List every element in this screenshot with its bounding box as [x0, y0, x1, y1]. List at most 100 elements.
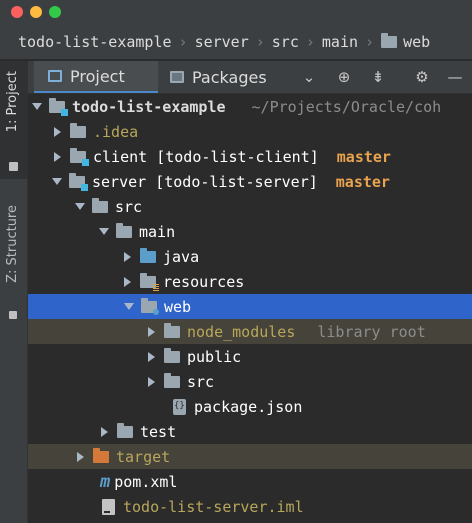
module-folder-icon: [49, 97, 68, 116]
breadcrumb-item-main[interactable]: main: [322, 33, 358, 51]
expand-arrow-icon[interactable]: [32, 103, 42, 110]
collapsed-arrow-icon[interactable]: [77, 451, 84, 462]
tree-item-idea[interactable]: .idea: [28, 119, 472, 144]
project-tool-label: 1: Project: [5, 71, 20, 133]
collapsed-arrow-icon[interactable]: [124, 276, 131, 287]
project-tree: todo-list-example ~/Projects/Oracle/coh …: [28, 94, 472, 523]
excluded-folder-icon: [93, 447, 109, 463]
chevron-right-icon: ›: [305, 32, 315, 51]
tree-item-server-iml[interactable]: todo-list-server.iml: [28, 494, 472, 519]
tab-packages[interactable]: Packages: [166, 61, 267, 93]
collapsed-arrow-icon[interactable]: [101, 426, 108, 437]
expand-arrow-icon[interactable]: [99, 228, 109, 235]
expand-arrow-icon[interactable]: [124, 303, 134, 310]
tree-item-label: pom.xml: [114, 472, 178, 491]
project-tool-button[interactable]: 1: Project: [0, 61, 27, 179]
tree-item-target[interactable]: target: [28, 444, 472, 469]
window-title-bar: [0, 0, 472, 24]
web-folder-icon: [141, 297, 159, 315]
tree-item-web[interactable]: web: [28, 294, 472, 319]
tree-item-java[interactable]: java: [28, 244, 472, 269]
breadcrumb-item-web-label: web: [403, 32, 431, 51]
folder-icon: [381, 32, 398, 48]
tree-item-label: src: [115, 197, 143, 216]
expand-arrow-icon[interactable]: [52, 178, 62, 185]
module-file-icon: [102, 498, 115, 515]
tree-item-web-src[interactable]: src: [28, 369, 472, 394]
project-icon: [9, 162, 18, 171]
zoom-window-button[interactable]: [49, 6, 61, 18]
folder-icon: [164, 322, 180, 338]
gear-icon[interactable]: ⚙: [413, 68, 431, 86]
module-folder-icon: [69, 172, 88, 191]
folder-icon: [164, 347, 180, 363]
structure-tool-label: Z: Structure: [5, 205, 20, 283]
expand-arrow-icon[interactable]: [75, 203, 85, 210]
tree-item-label: client [todo-list-client]: [93, 147, 319, 166]
breadcrumb-item-src[interactable]: src: [272, 33, 299, 51]
folder-icon: [116, 222, 132, 238]
tree-item-label: web: [164, 297, 192, 316]
tab-project[interactable]: Project: [34, 61, 158, 93]
tree-item-label: todo-list-example: [72, 97, 226, 116]
folder-icon: [117, 422, 133, 438]
folder-icon: [70, 122, 86, 138]
tree-item-label: target: [116, 447, 171, 466]
chevron-right-icon: ›: [255, 32, 265, 51]
tree-item-label: test: [140, 422, 177, 441]
breadcrumb-item-server[interactable]: server: [195, 33, 249, 51]
folder-icon: [164, 372, 180, 388]
locate-icon[interactable]: ⊕: [335, 68, 353, 86]
source-folder-icon: [140, 247, 156, 263]
tab-project-label: Project: [70, 66, 125, 86]
collapse-all-icon[interactable]: ⇟: [369, 68, 387, 86]
packages-view-icon: [170, 71, 184, 83]
tree-item-label: src: [187, 372, 215, 391]
collapsed-arrow-icon[interactable]: [54, 151, 61, 162]
library-root-hint: library root: [317, 322, 426, 341]
structure-tool-button[interactable]: Z: Structure: [0, 199, 27, 327]
tree-item-main[interactable]: main: [28, 219, 472, 244]
collapsed-arrow-icon[interactable]: [54, 126, 61, 137]
tree-item-label: main: [139, 222, 176, 241]
chevron-right-icon: ›: [365, 32, 375, 51]
tree-item-todo-list-example[interactable]: todo-list-example ~/Projects/Oracle/coh: [28, 94, 472, 119]
tree-item-src[interactable]: src: [28, 194, 472, 219]
tree-item-test[interactable]: test: [28, 419, 472, 444]
tree-item-label: todo-list-server.iml: [123, 497, 304, 516]
folder-icon: [92, 197, 108, 213]
tab-packages-label: Packages: [192, 67, 267, 87]
tree-item-package-json[interactable]: package.json: [28, 394, 472, 419]
module-folder-icon: [70, 147, 89, 166]
json-file-icon: [173, 398, 186, 415]
tree-item-resources[interactable]: resources: [28, 269, 472, 294]
minimize-icon[interactable]: —: [446, 68, 464, 86]
git-branch-label: master: [335, 172, 390, 191]
git-branch-label: master: [336, 147, 391, 166]
chevron-right-icon: ›: [178, 32, 188, 51]
collapsed-arrow-icon[interactable]: [148, 351, 155, 362]
tree-item-label: public: [187, 347, 242, 366]
tree-item-path: ~/Projects/Oracle/coh: [251, 97, 442, 116]
tree-item-node-modules[interactable]: node_modules library root: [28, 319, 472, 344]
tree-item-client[interactable]: client [todo-list-client] master: [28, 144, 472, 169]
breadcrumb-item-project[interactable]: todo-list-example: [18, 33, 172, 51]
tree-item-pom-xml[interactable]: m pom.xml: [28, 469, 472, 494]
collapsed-arrow-icon[interactable]: [148, 326, 155, 337]
collapsed-arrow-icon[interactable]: [148, 376, 155, 387]
breadcrumb-item-web[interactable]: web: [381, 32, 431, 51]
tree-item-label: node_modules: [187, 322, 296, 341]
collapsed-arrow-icon[interactable]: [124, 251, 131, 262]
breadcrumb: todo-list-example › server › src › main …: [0, 24, 472, 60]
tree-item-label: package.json: [194, 397, 303, 416]
minimize-window-button[interactable]: [30, 6, 42, 18]
project-tool-window-header: Project Packages ⌄ ⊕ ⇟ ⚙ —: [28, 61, 472, 94]
structure-icon: [9, 311, 17, 319]
dropdown-icon[interactable]: ⌄: [300, 68, 318, 86]
tree-item-public[interactable]: public: [28, 344, 472, 369]
tree-item-server[interactable]: server [todo-list-server] master: [28, 169, 472, 194]
close-window-button[interactable]: [11, 6, 23, 18]
maven-icon: m: [100, 471, 111, 492]
resources-folder-icon: [140, 272, 159, 291]
tree-item-label: resources: [163, 272, 245, 291]
